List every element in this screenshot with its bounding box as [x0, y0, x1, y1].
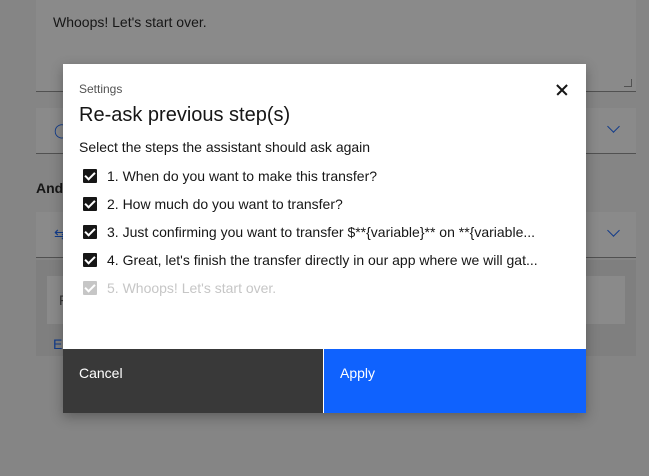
checkbox-checked-icon[interactable]: [83, 253, 97, 267]
step-label: 2. How much do you want to transfer?: [107, 196, 343, 212]
steps-list: 1. When do you want to make this transfe…: [83, 162, 563, 302]
checkbox-checked-icon[interactable]: [83, 197, 97, 211]
checkbox-checked-icon[interactable]: [83, 225, 97, 239]
reask-steps-modal: Settings Re-ask previous step(s) Select …: [63, 64, 586, 413]
step-label: 5. Whoops! Let's start over.: [107, 280, 277, 296]
step-item-3[interactable]: 3. Just confirming you want to transfer …: [83, 218, 563, 246]
step-label: 1. When do you want to make this transfe…: [107, 168, 378, 184]
close-icon[interactable]: [546, 74, 578, 106]
step-item-4[interactable]: 4. Great, let's finish the transfer dire…: [83, 246, 563, 274]
step-item-2[interactable]: 2. How much do you want to transfer?: [83, 190, 563, 218]
cancel-button[interactable]: Cancel: [63, 349, 324, 413]
checkbox-disabled-icon: [83, 281, 97, 295]
step-label: 4. Great, let's finish the transfer dire…: [107, 252, 538, 268]
modal-footer: Cancel Apply: [63, 349, 586, 413]
step-item-5: 5. Whoops! Let's start over.: [83, 274, 563, 302]
modal-prompt: Select the steps the assistant should as…: [79, 139, 371, 155]
step-label: 3. Just confirming you want to transfer …: [107, 224, 536, 240]
checkbox-checked-icon[interactable]: [83, 169, 97, 183]
modal-title: Re-ask previous step(s): [79, 104, 291, 126]
apply-button[interactable]: Apply: [324, 349, 586, 413]
modal-label: Settings: [79, 82, 123, 96]
step-item-1[interactable]: 1. When do you want to make this transfe…: [83, 162, 563, 190]
